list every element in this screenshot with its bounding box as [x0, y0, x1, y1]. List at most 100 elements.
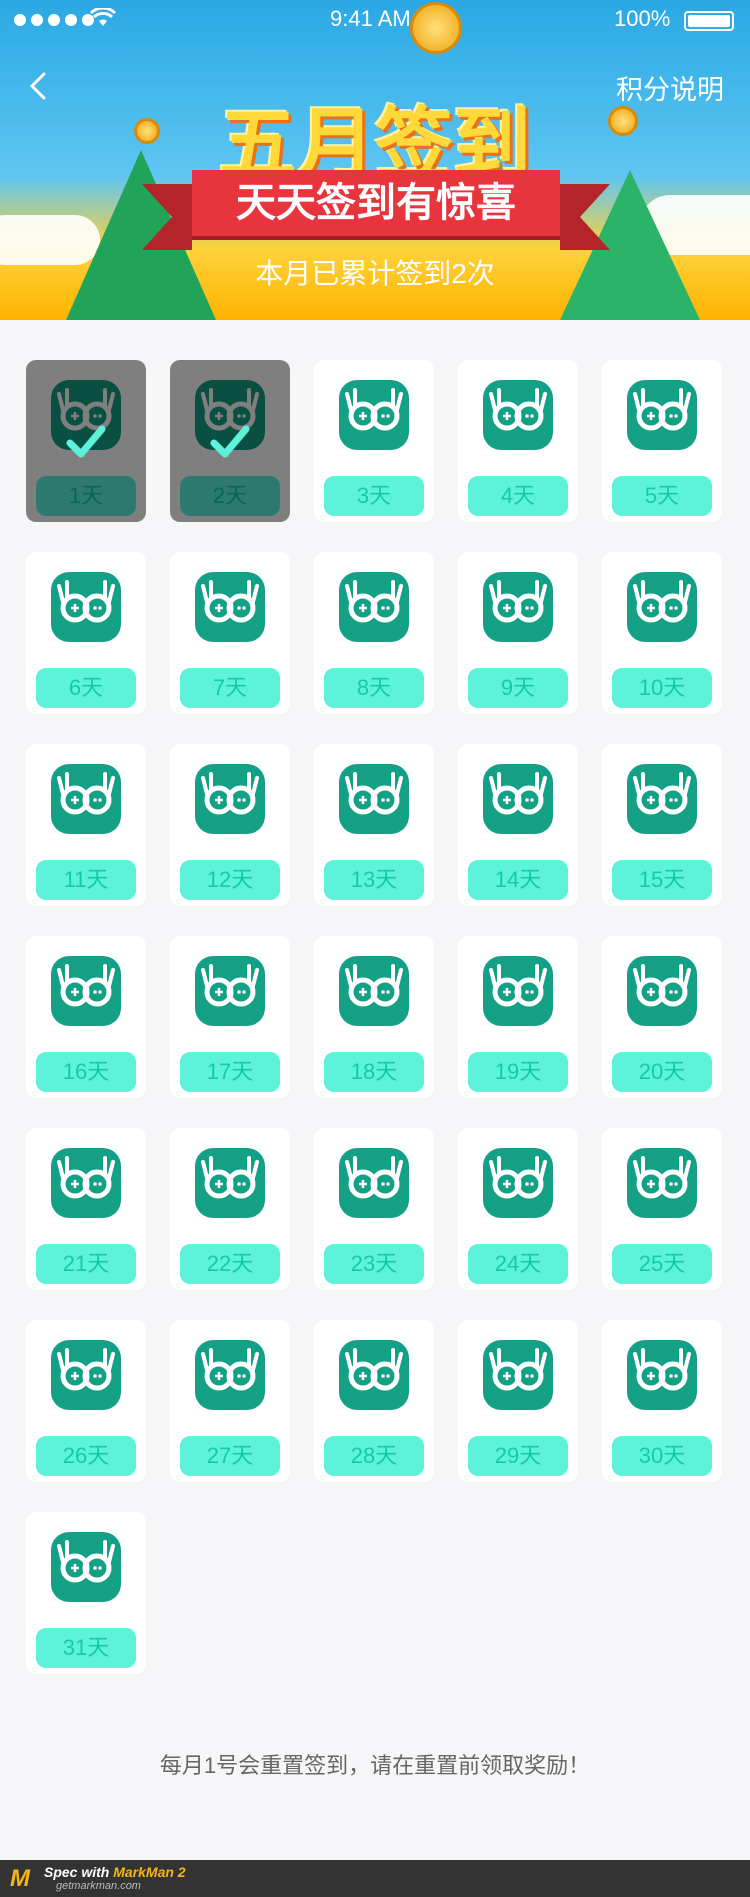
day-card[interactable]: 7天 — [170, 552, 290, 714]
day-card[interactable]: 25天 — [602, 1128, 722, 1290]
day-label: 30天 — [612, 1436, 712, 1476]
game-glasses-icon — [483, 956, 553, 1026]
day-card[interactable]: 27天 — [170, 1320, 290, 1482]
markman-logo: M — [10, 1865, 30, 1892]
game-glasses-icon — [51, 956, 121, 1026]
checkmark-icon — [210, 421, 250, 461]
day-label: 7天 — [180, 668, 280, 708]
day-label: 9天 — [468, 668, 568, 708]
footer-site: getmarkman.com — [56, 1880, 141, 1892]
day-label: 17天 — [180, 1052, 280, 1092]
footer-brand: Spec with MarkMan 2 — [44, 1864, 186, 1880]
day-card[interactable]: 5天 — [602, 360, 722, 522]
day-card[interactable]: 6天 — [26, 552, 146, 714]
day-card[interactable]: 31天 — [26, 1512, 146, 1674]
day-label: 22天 — [180, 1244, 280, 1284]
game-glasses-icon — [627, 572, 697, 642]
day-label: 21天 — [36, 1244, 136, 1284]
day-card[interactable]: 21天 — [26, 1128, 146, 1290]
day-label: 10天 — [612, 668, 712, 708]
day-label: 28天 — [324, 1436, 424, 1476]
day-card[interactable]: 23天 — [314, 1128, 434, 1290]
game-glasses-icon — [51, 764, 121, 834]
day-label: 4天 — [468, 476, 568, 516]
game-glasses-icon — [627, 764, 697, 834]
reset-note: 每月1号会重置签到，请在重置前领取奖励！ — [159, 1753, 591, 1778]
game-glasses-icon — [483, 572, 553, 642]
game-glasses-icon — [51, 1340, 121, 1410]
day-card[interactable]: 11天 — [26, 744, 146, 906]
day-card[interactable]: 30天 — [602, 1320, 722, 1482]
day-card[interactable]: 14天 — [458, 744, 578, 906]
status-time: 9:41 AM — [330, 6, 411, 31]
battery-icon — [684, 11, 734, 31]
battery-percent: 100% — [614, 6, 671, 31]
day-label: 29天 — [468, 1436, 568, 1476]
header-banner: 9:41 AM 100% 积分说明 五月签到 天天签到有惊喜 本月已累计签到2次 — [0, 0, 750, 320]
day-card[interactable]: 1天 — [26, 360, 146, 522]
day-card[interactable]: 24天 — [458, 1128, 578, 1290]
signal-icon — [14, 14, 94, 26]
day-card[interactable]: 16天 — [26, 936, 146, 1098]
day-card[interactable]: 19天 — [458, 936, 578, 1098]
day-card[interactable]: 20天 — [602, 936, 722, 1098]
game-glasses-icon — [483, 1340, 553, 1410]
banner-subtitle: 天天签到有惊喜 — [142, 170, 610, 250]
game-glasses-icon — [483, 764, 553, 834]
signin-summary: 本月已累计签到2次 — [255, 258, 495, 289]
day-card[interactable]: 28天 — [314, 1320, 434, 1482]
day-label: 12天 — [180, 860, 280, 900]
day-card[interactable]: 8天 — [314, 552, 434, 714]
game-glasses-icon — [339, 380, 409, 450]
status-bar: 9:41 AM 100% — [0, 0, 750, 40]
day-label: 31天 — [36, 1628, 136, 1668]
day-card[interactable]: 18天 — [314, 936, 434, 1098]
game-glasses-icon — [339, 1148, 409, 1218]
game-glasses-icon — [195, 1148, 265, 1218]
day-card[interactable]: 22天 — [170, 1128, 290, 1290]
game-glasses-icon — [627, 380, 697, 450]
checkmark-icon — [66, 421, 106, 461]
markman-footer: M Spec with MarkMan 2 getmarkman.com — [0, 1860, 750, 1897]
day-label: 6天 — [36, 668, 136, 708]
day-label: 13天 — [324, 860, 424, 900]
day-card[interactable]: 3天 — [314, 360, 434, 522]
day-label: 3天 — [324, 476, 424, 516]
day-label: 19天 — [468, 1052, 568, 1092]
day-label: 24天 — [468, 1244, 568, 1284]
game-glasses-icon — [339, 572, 409, 642]
game-glasses-icon — [339, 1340, 409, 1410]
wifi-icon — [89, 6, 117, 34]
day-card[interactable]: 4天 — [458, 360, 578, 522]
game-glasses-icon — [195, 572, 265, 642]
day-label: 27天 — [180, 1436, 280, 1476]
game-glasses-icon — [339, 956, 409, 1026]
day-card[interactable]: 17天 — [170, 936, 290, 1098]
game-glasses-icon — [627, 1148, 697, 1218]
day-card[interactable]: 10天 — [602, 552, 722, 714]
game-glasses-icon — [195, 956, 265, 1026]
game-glasses-icon — [483, 380, 553, 450]
game-glasses-icon — [51, 1148, 121, 1218]
day-label: 11天 — [36, 860, 136, 900]
game-glasses-icon — [483, 1148, 553, 1218]
day-label: 25天 — [612, 1244, 712, 1284]
day-card[interactable]: 2天 — [170, 360, 290, 522]
day-label: 15天 — [612, 860, 712, 900]
day-card[interactable]: 29天 — [458, 1320, 578, 1482]
day-card[interactable]: 9天 — [458, 552, 578, 714]
day-label: 8天 — [324, 668, 424, 708]
day-label: 5天 — [612, 476, 712, 516]
day-card[interactable]: 12天 — [170, 744, 290, 906]
day-label: 14天 — [468, 860, 568, 900]
day-label: 26天 — [36, 1436, 136, 1476]
game-glasses-icon — [195, 764, 265, 834]
game-glasses-icon — [195, 1340, 265, 1410]
game-glasses-icon — [339, 764, 409, 834]
day-label: 16天 — [36, 1052, 136, 1092]
day-card[interactable]: 26天 — [26, 1320, 146, 1482]
calendar-grid: 1天2天 3天 4天 5天 6天 7天 8天 9天 10天 11天 12天 13天 14天 15天 16天 1… — [26, 360, 722, 1674]
day-card[interactable]: 13天 — [314, 744, 434, 906]
game-glasses-icon — [627, 1340, 697, 1410]
day-card[interactable]: 15天 — [602, 744, 722, 906]
